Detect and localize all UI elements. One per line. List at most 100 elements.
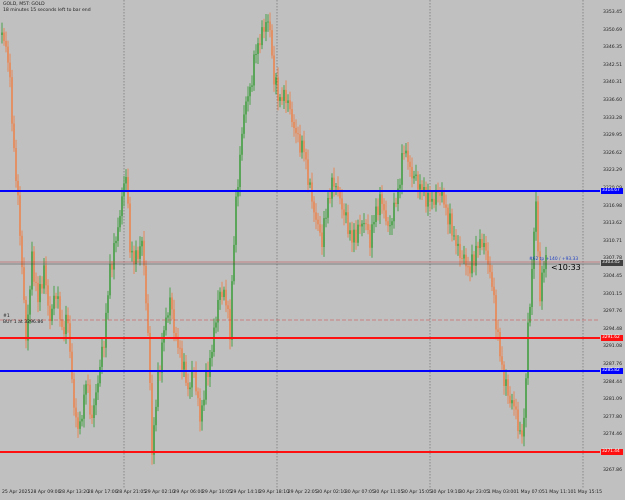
- price-chart-area[interactable]: GOLD, M5T: GOLD 18 minutes 15 seconds le…: [0, 0, 600, 488]
- price-tick-label: 3340.31: [603, 80, 622, 86]
- candle-body: [9, 62, 11, 78]
- candle-body: [123, 183, 125, 197]
- candle-body: [433, 198, 435, 205]
- candle-body: [295, 128, 297, 134]
- candle-body: [299, 134, 301, 153]
- candle-body: [271, 30, 273, 56]
- candle-body: [393, 202, 395, 222]
- candle-body: [97, 383, 99, 393]
- candle-body: [53, 295, 55, 309]
- price-tick-label: 3353.45: [603, 10, 622, 15]
- candle-body: [147, 303, 149, 333]
- candle-body: [323, 218, 325, 248]
- candle-body: [65, 314, 67, 335]
- time-tick-label: 30 Apr 19:10: [430, 490, 461, 495]
- time-tick-label: 29 Apr 18:10: [259, 490, 290, 495]
- candle-body: [95, 392, 97, 406]
- candle-body: [251, 85, 253, 87]
- candle-body: [153, 425, 155, 455]
- candle-body: [425, 187, 427, 207]
- candle-body: [485, 243, 487, 251]
- candle-body: [249, 86, 251, 97]
- candle-body: [435, 191, 437, 205]
- candle-body: [101, 346, 103, 367]
- time-axis[interactable]: 25 Apr 2025 28 Apr 09:00 28 Apr 13:20 28 Ap…: [0, 488, 602, 500]
- candle-body: [507, 379, 509, 396]
- price-tick-label: 3346.35: [603, 45, 622, 51]
- candle-body: [347, 212, 349, 234]
- candle-body: [321, 232, 323, 248]
- candle-body: [543, 269, 545, 273]
- candle-body: [149, 332, 151, 383]
- candle-body: [419, 184, 421, 190]
- candle-body: [181, 348, 183, 370]
- order-line-label[interactable]: BUY 1 at 3296.86: [3, 320, 43, 325]
- candle-body: [377, 206, 379, 216]
- candle-body: [493, 286, 495, 296]
- candle-body: [329, 197, 331, 199]
- time-tick-label: 29 Apr 14:10: [230, 490, 261, 495]
- candle-body: [355, 229, 357, 243]
- candle-body: [331, 177, 333, 199]
- candle-body: [203, 399, 205, 406]
- price-tick-label: 3274.46: [603, 432, 622, 438]
- price-axis[interactable]: 3353.45 3350.69 3346.35 3342.51 3340.31 3336.…: [600, 0, 625, 488]
- candle-body: [87, 384, 89, 386]
- candle-body: [263, 27, 265, 32]
- candlestick-chart[interactable]: [0, 0, 600, 488]
- candle-body: [465, 254, 467, 267]
- candle-body: [379, 194, 381, 216]
- candle-body: [519, 430, 521, 432]
- candle-body: [463, 254, 465, 259]
- candle-body: [301, 140, 303, 153]
- candle-body: [535, 201, 537, 232]
- candle-body: [269, 21, 271, 31]
- candle-body: [243, 114, 245, 134]
- candle-body: [255, 54, 257, 56]
- time-tick-label: 1 May 07:05: [516, 490, 545, 495]
- candle-body: [79, 421, 81, 429]
- candle-body: [107, 295, 109, 313]
- candle-body: [77, 417, 79, 429]
- take-profit-label[interactable]: #62 tp +140 / +93.33: [529, 257, 578, 262]
- candle-body: [407, 150, 409, 162]
- candle-body: [119, 216, 121, 228]
- candle-body: [501, 356, 503, 365]
- candle-body: [161, 342, 163, 373]
- candle-body: [3, 32, 5, 42]
- candle-body: [505, 379, 507, 386]
- candle-body: [109, 264, 111, 296]
- candle-body: [111, 264, 113, 270]
- candle-body: [195, 371, 197, 392]
- candle-body: [13, 123, 15, 149]
- candle-body: [281, 97, 283, 101]
- time-tick-label: 29 Apr 02:10: [144, 490, 175, 495]
- candle-body: [91, 414, 93, 418]
- candle-body: [537, 201, 539, 252]
- candle-body: [431, 198, 433, 202]
- candle-body: [357, 224, 359, 243]
- candle-body: [341, 198, 343, 210]
- candle-body: [39, 284, 41, 303]
- candle-body: [247, 96, 249, 102]
- candle-body: [387, 221, 389, 226]
- candle-body: [277, 77, 279, 101]
- price-tag-blue-lower: 3285.82: [601, 368, 623, 374]
- candle-body: [215, 322, 217, 328]
- candle-body: [405, 150, 407, 154]
- price-tick-label: 3313.62: [603, 221, 622, 227]
- time-tick-label: 30 Apr 07:05: [344, 490, 375, 495]
- time-tick-label: 30 Apr 11:05: [373, 490, 404, 495]
- candle-body: [35, 281, 37, 283]
- order-id-label: #1: [3, 314, 10, 319]
- candle-body: [45, 265, 47, 286]
- candle-body: [317, 219, 319, 225]
- candle-body: [309, 182, 311, 185]
- candle-body: [121, 196, 123, 217]
- chart-title: GOLD, M5T: GOLD: [3, 2, 45, 7]
- candle-body: [219, 291, 221, 300]
- candle-body: [239, 154, 241, 188]
- candle-body: [349, 230, 351, 234]
- candle-body: [71, 351, 73, 380]
- candle-body: [27, 314, 29, 341]
